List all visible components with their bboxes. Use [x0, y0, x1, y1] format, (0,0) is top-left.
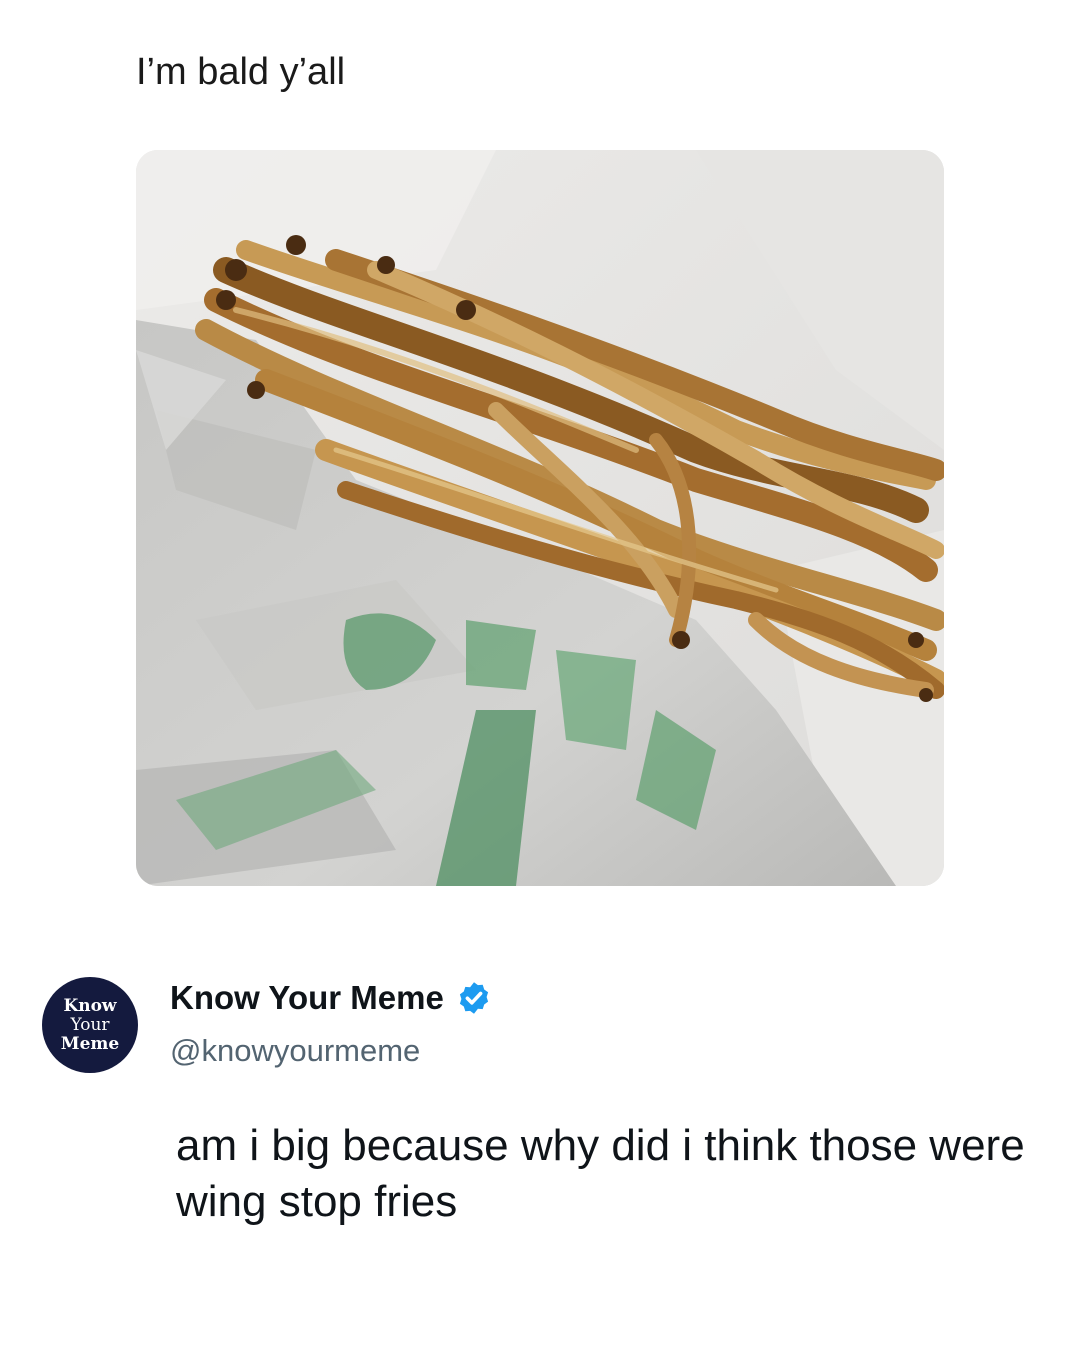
- avatar-line-know: Know: [63, 995, 117, 1016]
- post-text: am i big because why did i think those w…: [176, 1121, 1025, 1226]
- quoted-post-text: I’m bald y’all: [136, 51, 346, 93]
- author-row: Know Your Meme Know Your Meme @knowyourm…: [42, 975, 1002, 1075]
- display-name[interactable]: Know Your Meme: [170, 979, 444, 1017]
- avatar[interactable]: Know Your Meme: [42, 977, 138, 1073]
- verified-badge-icon: [459, 982, 488, 1014]
- handle[interactable]: @knowyourmeme: [170, 1033, 420, 1069]
- avatar-line-meme: Meme: [60, 1033, 120, 1054]
- name-line: Know Your Meme: [170, 979, 492, 1017]
- post-photo[interactable]: [136, 150, 944, 886]
- photo-illustration: [136, 150, 944, 886]
- avatar-line-your: Your: [70, 1014, 110, 1035]
